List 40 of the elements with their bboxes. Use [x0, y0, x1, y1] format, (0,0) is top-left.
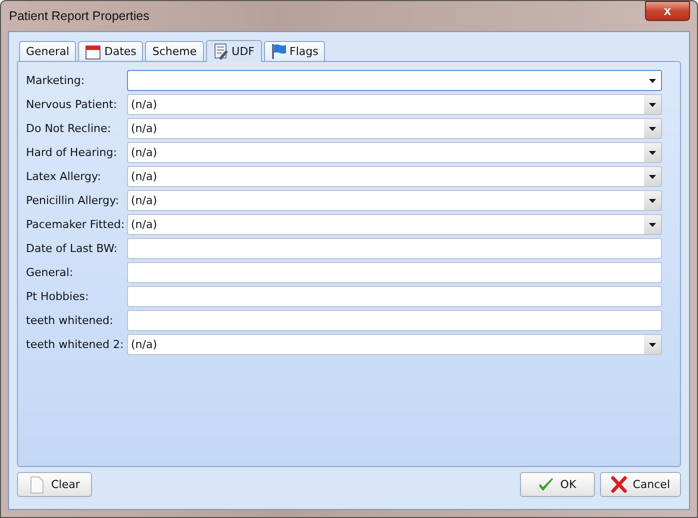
input-field[interactable]	[127, 286, 662, 307]
field-label: Nervous Patient:	[26, 98, 118, 111]
dropdown[interactable]: (n/a)	[127, 166, 662, 187]
input-field[interactable]	[127, 238, 662, 259]
dropdown[interactable]: (n/a)	[127, 94, 662, 115]
button[interactable]: Clear	[17, 472, 92, 497]
tab[interactable]: General	[19, 41, 76, 61]
field-label: General:	[26, 266, 74, 279]
button[interactable]: OK	[520, 472, 595, 497]
dropdown[interactable]	[127, 70, 662, 91]
input-field[interactable]	[127, 262, 662, 283]
tab[interactable]: Flags	[264, 41, 326, 61]
tab[interactable]: UDF	[206, 40, 262, 62]
field-label: teeth whitened:	[26, 314, 114, 327]
dropdown[interactable]: (n/a)	[127, 334, 662, 355]
button[interactable]: Cancel	[600, 472, 681, 497]
field-label: Marketing:	[26, 74, 86, 87]
dropdown[interactable]: (n/a)	[127, 214, 662, 235]
flag-icon	[270, 43, 287, 60]
dropdown[interactable]: (n/a)	[127, 118, 662, 139]
tab[interactable]: Dates	[78, 41, 144, 61]
field-label: Latex Allergy:	[26, 170, 102, 183]
calendar-icon	[85, 44, 102, 60]
field-label: Date of Last BW:	[26, 242, 118, 255]
window-title: Patient Report Properties	[8, 9, 150, 23]
field-label: Hard of Hearing:	[26, 146, 118, 159]
cross-icon	[610, 476, 627, 493]
document-pen-icon	[212, 43, 229, 60]
close-button[interactable]: x	[645, 1, 690, 21]
page-icon	[29, 476, 46, 494]
dropdown[interactable]: (n/a)	[127, 190, 662, 211]
checkmark-icon	[538, 476, 554, 492]
field-label: teeth whitened 2:	[26, 338, 125, 351]
tab[interactable]: Scheme	[145, 41, 204, 61]
input-field[interactable]	[127, 310, 662, 331]
field-label: Do Not Recline:	[26, 122, 112, 135]
field-label: Pt Hobbies:	[26, 290, 90, 303]
dropdown[interactable]: (n/a)	[127, 142, 662, 163]
field-label: Pacemaker Fitted:	[26, 218, 126, 231]
field-label: Penicillin Allergy:	[26, 194, 120, 207]
